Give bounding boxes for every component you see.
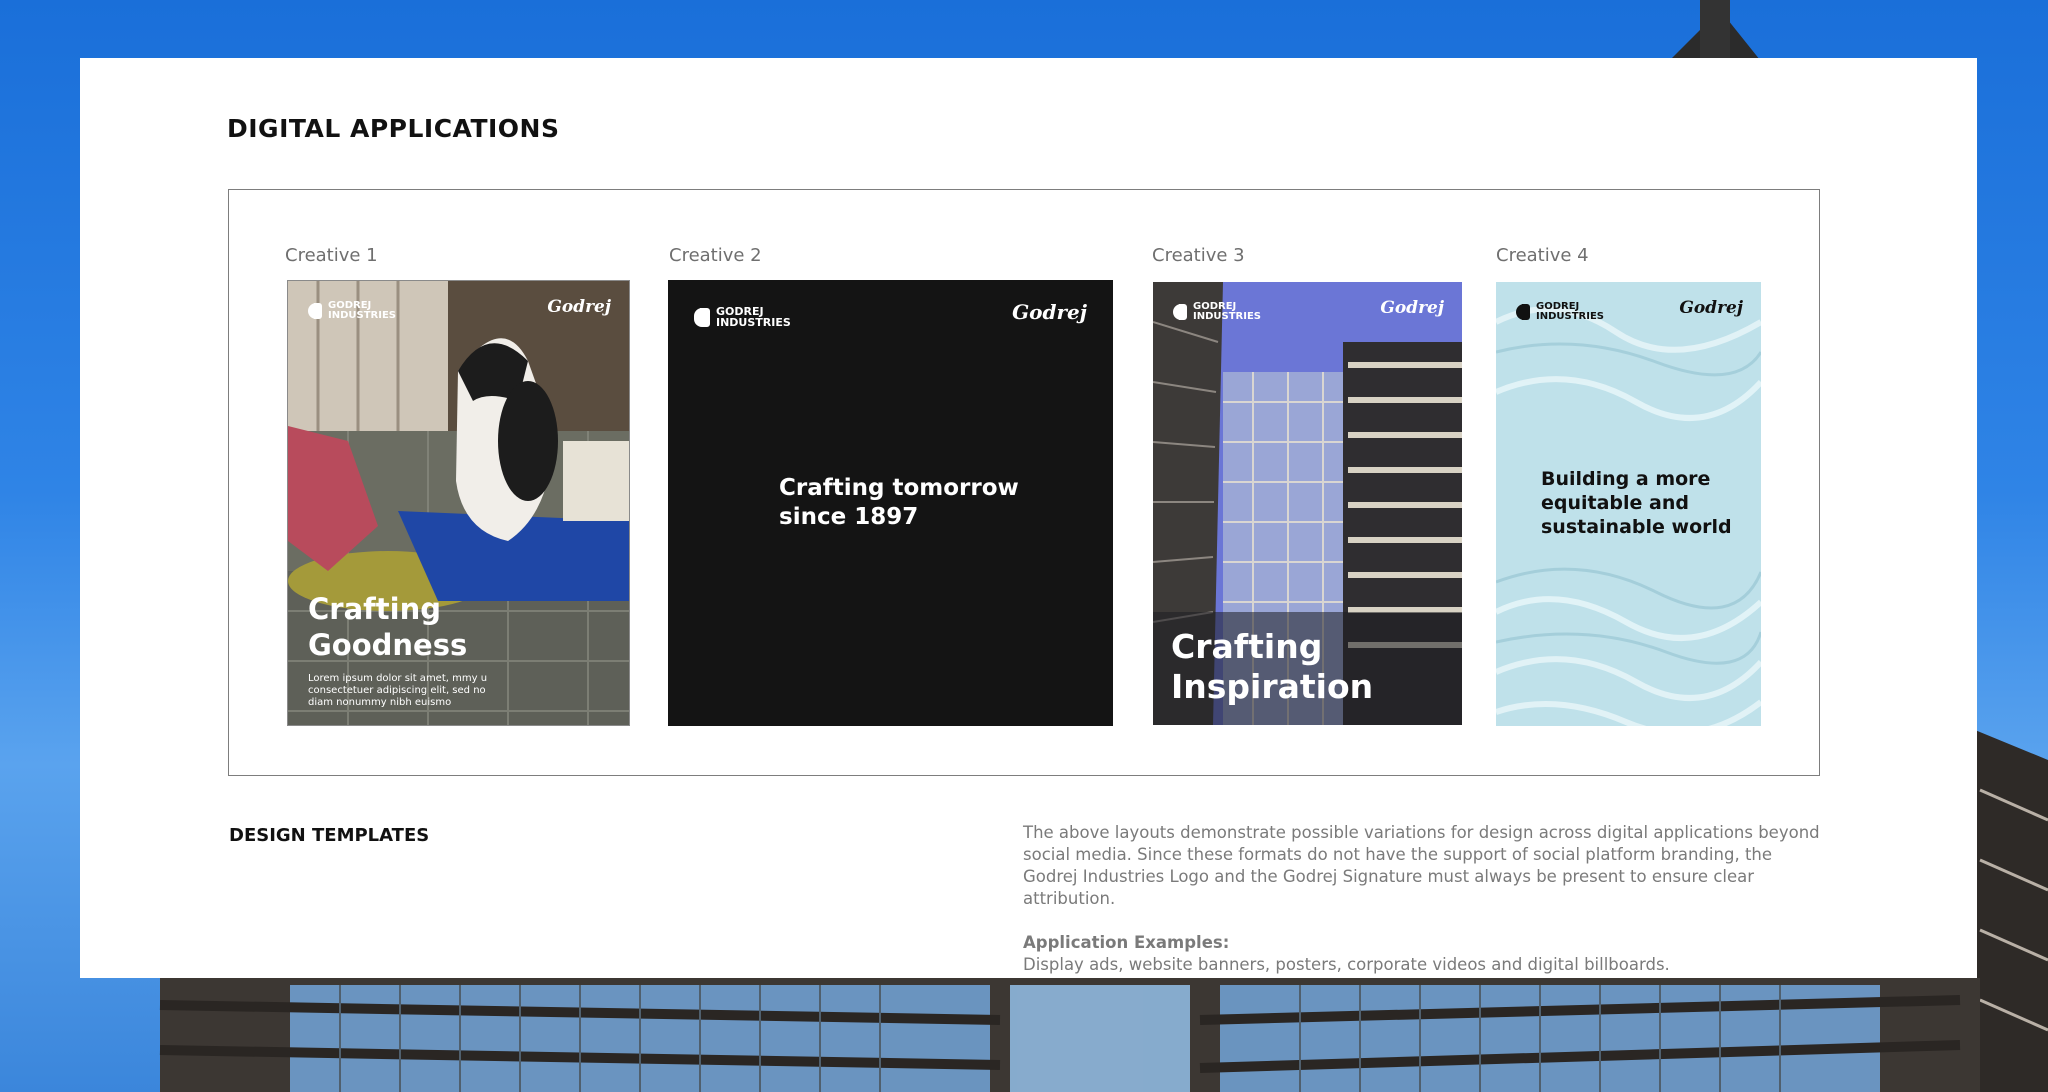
- godrej-signature: Godrej: [1380, 298, 1444, 318]
- godrej-industries-logo: GODREJ INDUSTRIES: [1516, 302, 1604, 322]
- section-subtitle: DESIGN TEMPLATES: [229, 825, 430, 846]
- godrej-industries-logo: GODREJ INDUSTRIES: [308, 301, 396, 321]
- creative-1-body: Lorem ipsum dolor sit amet, mmy u consec…: [308, 673, 488, 708]
- creative-1-card[interactable]: GODREJ INDUSTRIES Godrej Crafting Goodnes…: [287, 280, 630, 726]
- creative-4-caption: Creative 4: [1496, 245, 1589, 266]
- description-text: The above layouts demonstrate possible v…: [1023, 823, 1820, 908]
- godrej-industries-logo: GODREJ INDUSTRIES: [694, 306, 791, 328]
- godrej-logo-mark-icon: [694, 307, 710, 327]
- creative-3-caption: Creative 3: [1152, 245, 1245, 266]
- creative-1-caption: Creative 1: [285, 245, 378, 266]
- logo-line2: INDUSTRIES: [716, 316, 791, 329]
- godrej-signature: Godrej: [547, 297, 611, 317]
- creative-3-headline: Crafting Inspiration: [1171, 627, 1374, 706]
- creative-3-card[interactable]: GODREJ INDUSTRIES Godrej Crafting Inspira…: [1153, 282, 1462, 725]
- godrej-industries-logo: GODREJ INDUSTRIES: [1173, 302, 1261, 322]
- creative-4-headline: Building a more equitable and sustainabl…: [1541, 468, 1732, 538]
- logo-line2: INDUSTRIES: [1536, 311, 1604, 322]
- description-block: The above layouts demonstrate possible v…: [1023, 822, 1823, 976]
- logo-line2: INDUSTRIES: [1193, 311, 1261, 322]
- creative-2-caption: Creative 2: [669, 245, 762, 266]
- godrej-logo-mark-icon: [308, 303, 322, 319]
- godrej-logo-mark-icon: [1173, 304, 1187, 320]
- creative-4-card[interactable]: GODREJ INDUSTRIES Godrej Building a more …: [1496, 282, 1761, 726]
- logo-line2: INDUSTRIES: [328, 310, 396, 321]
- creative-1-headline: Crafting Goodness: [308, 592, 468, 662]
- creative-2-card[interactable]: GODREJ INDUSTRIES Godrej Crafting tomorro…: [668, 280, 1113, 726]
- page-title: DIGITAL APPLICATIONS: [227, 114, 560, 143]
- godrej-logo-mark-icon: [1516, 304, 1530, 320]
- godrej-signature: Godrej: [1012, 300, 1087, 324]
- godrej-signature: Godrej: [1679, 298, 1743, 318]
- examples-title: Application Examples:: [1023, 933, 1230, 952]
- creative-2-headline: Crafting tomorrow since 1897: [779, 475, 1019, 530]
- examples-text: Display ads, website banners, posters, c…: [1023, 955, 1670, 974]
